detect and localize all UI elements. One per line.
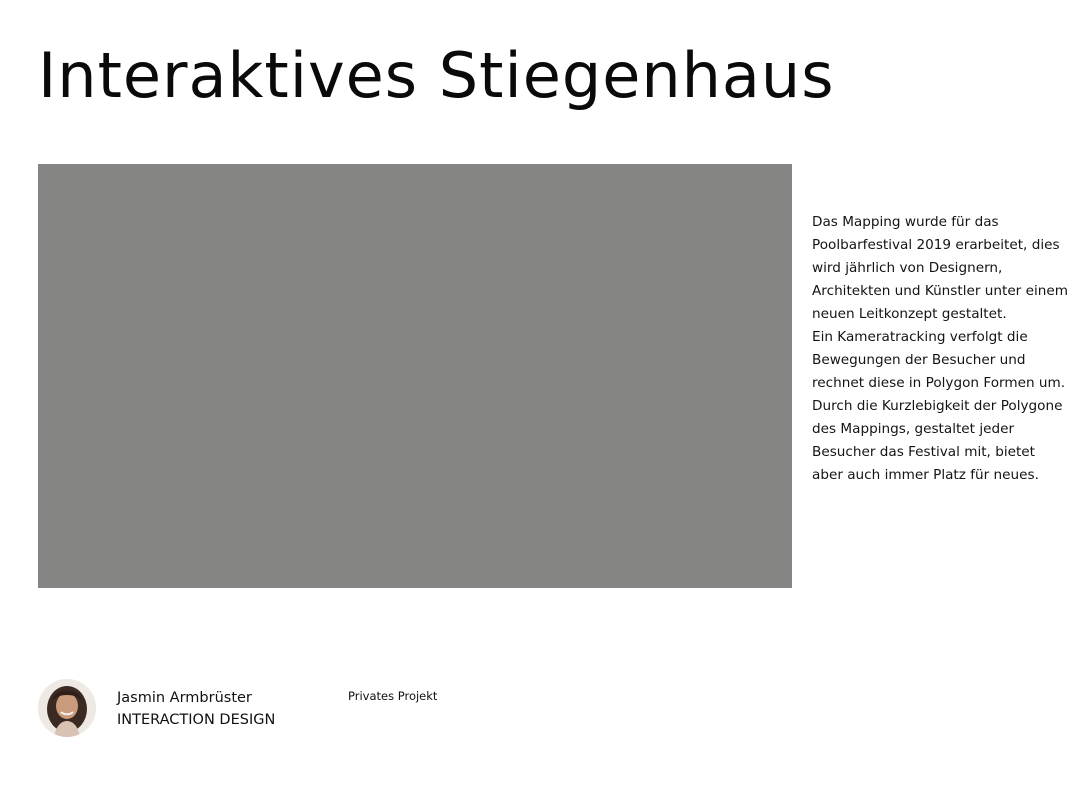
- author-avatar[interactable]: [38, 679, 96, 737]
- project-media-placeholder[interactable]: [38, 164, 792, 588]
- project-description: Das Mapping wurde für das Poolbarfestiva…: [812, 214, 1068, 483]
- author-role: INTERACTION DESIGN: [117, 712, 276, 728]
- author-name: Jasmin Armbrüster: [117, 690, 252, 706]
- project-type-label: Privates Projekt: [348, 689, 438, 703]
- page-title: Interaktives Stiegenhaus: [38, 39, 835, 112]
- person-photo-icon: [38, 679, 96, 737]
